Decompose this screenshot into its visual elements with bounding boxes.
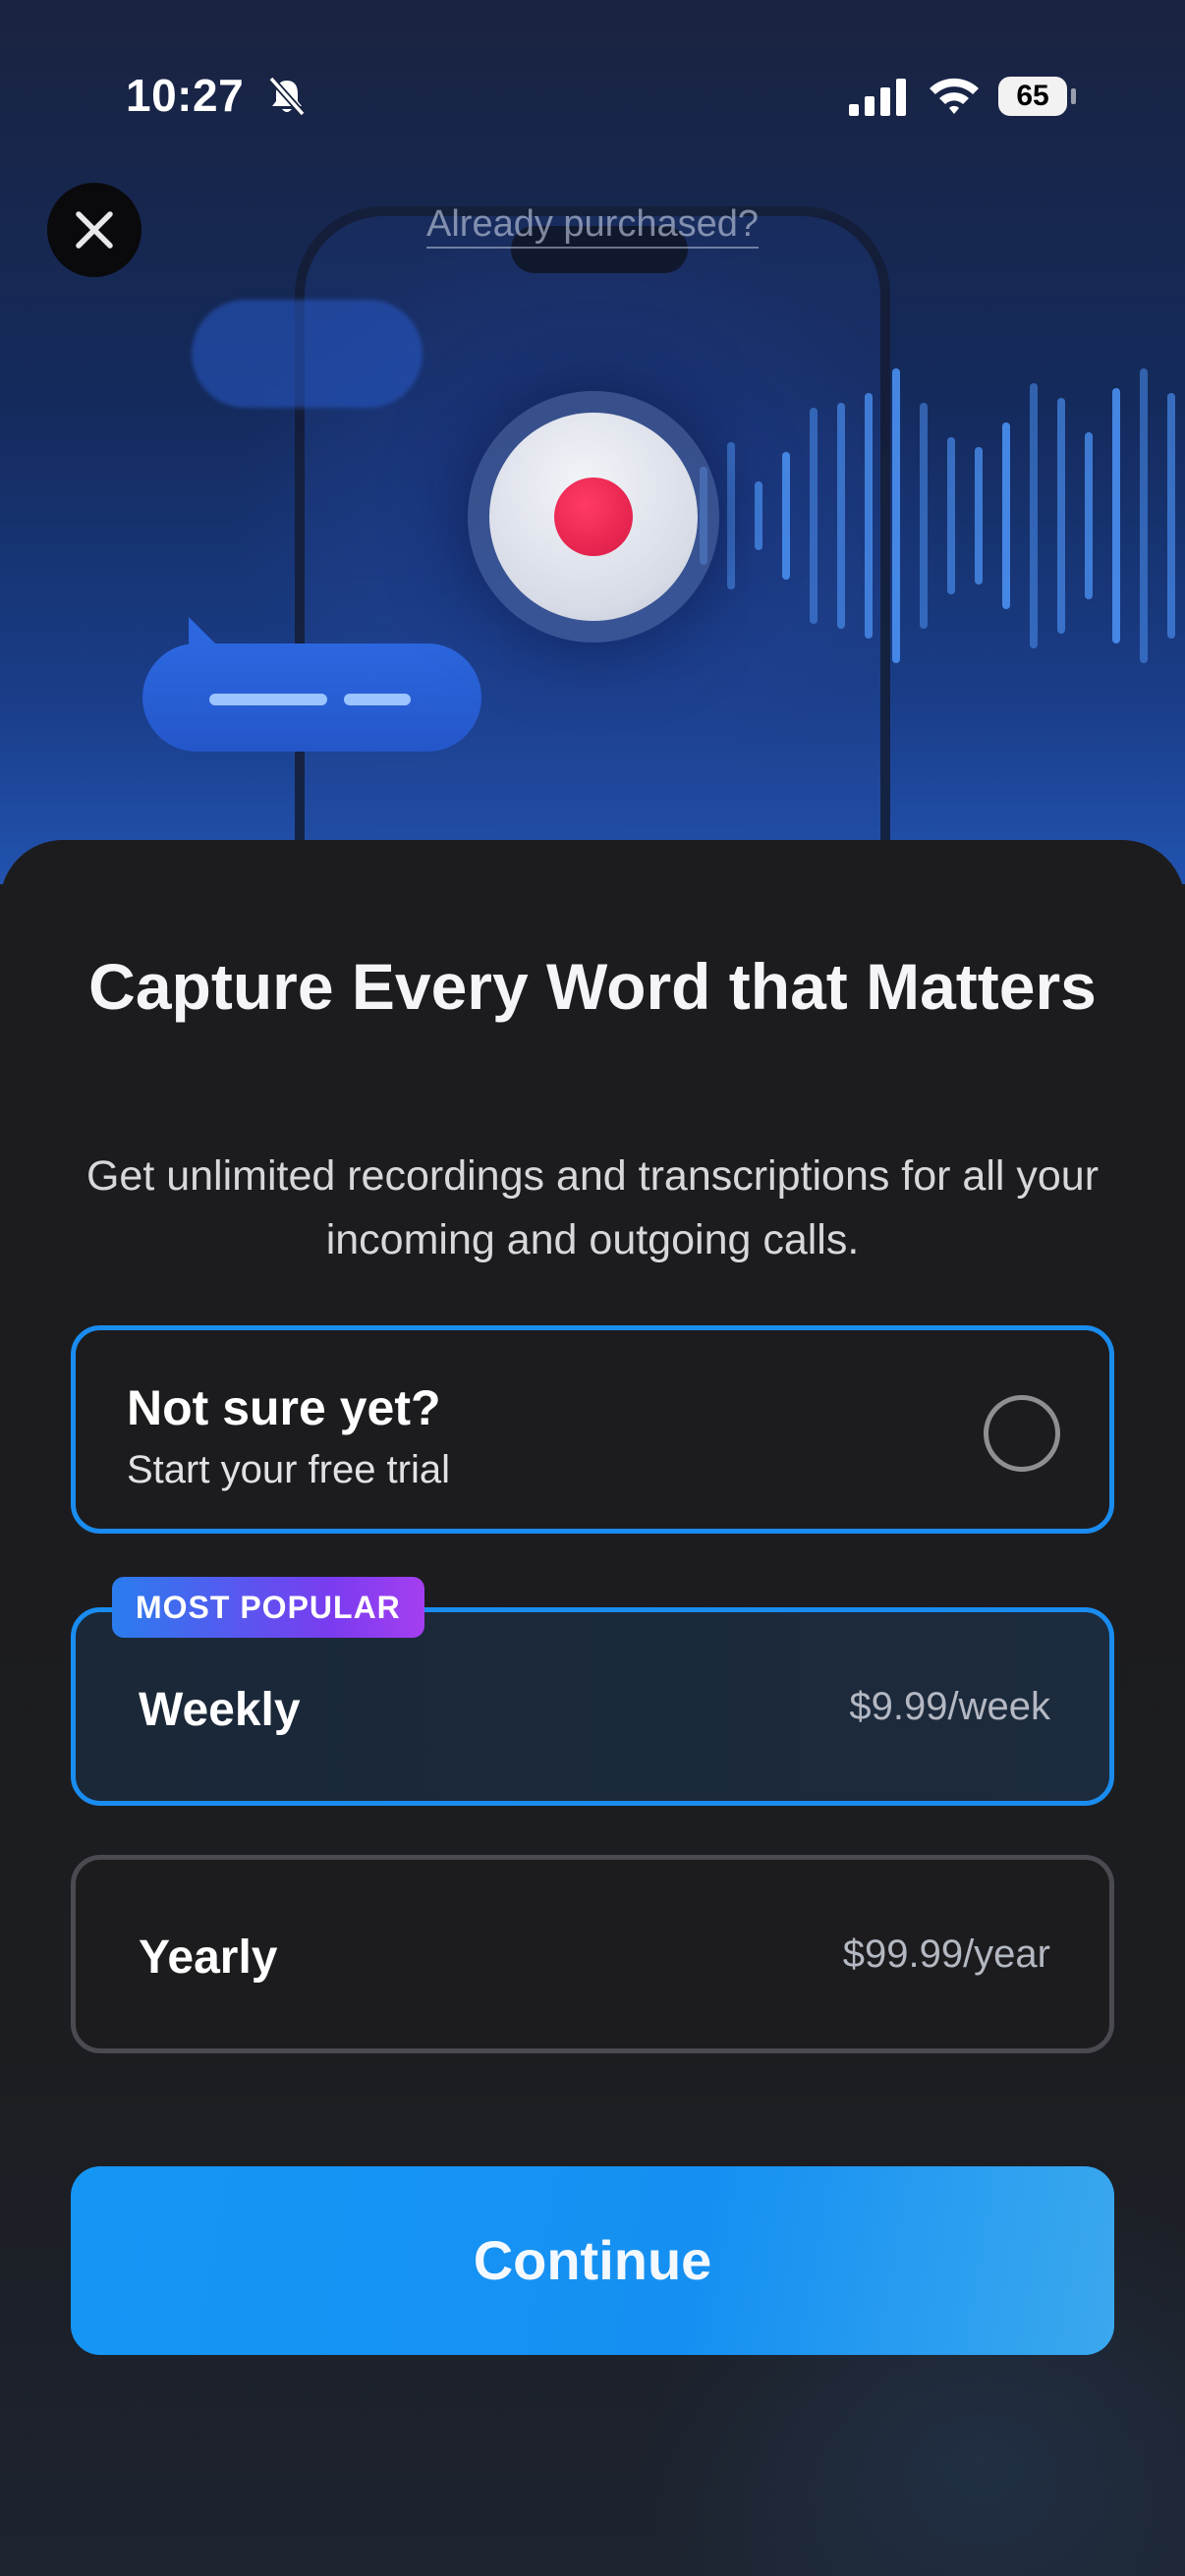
continue-button[interactable]: Continue bbox=[71, 2166, 1114, 2355]
waveform-bar bbox=[1030, 383, 1038, 648]
waveform-bar bbox=[755, 481, 762, 550]
waveform-bar bbox=[892, 368, 900, 663]
wifi-icon bbox=[930, 78, 979, 114]
plan-name: Yearly bbox=[139, 1932, 278, 1984]
waveform-bar bbox=[810, 408, 818, 624]
battery-tip bbox=[1071, 88, 1076, 104]
free-trial-option[interactable]: Not sure yet? Start your free trial bbox=[71, 1325, 1114, 1534]
waveform-bar bbox=[782, 452, 790, 580]
waveform-bar bbox=[920, 403, 928, 629]
trial-title: Not sure yet? bbox=[127, 1380, 441, 1435]
record-button-icon bbox=[468, 391, 719, 643]
waveform-bar bbox=[865, 393, 873, 639]
plan-name: Weekly bbox=[139, 1684, 301, 1736]
trial-radio-button[interactable] bbox=[984, 1395, 1060, 1472]
record-dot bbox=[554, 477, 633, 556]
bell-slash-icon bbox=[268, 76, 306, 117]
waveform-bar bbox=[1167, 393, 1175, 639]
waveform-bar bbox=[1002, 422, 1010, 609]
waveform-bar bbox=[1085, 432, 1093, 599]
plan-price: $99.99/year bbox=[842, 1932, 1050, 1976]
plan-price: $9.99/week bbox=[849, 1685, 1050, 1728]
battery-icon: 65 bbox=[998, 77, 1067, 116]
paywall-title: Capture Every Word that Matters bbox=[88, 950, 1097, 1023]
record-button-face bbox=[489, 413, 698, 621]
most-popular-badge: MOST POPULAR bbox=[112, 1577, 424, 1638]
waveform-bar bbox=[1057, 398, 1065, 634]
hero-illustration bbox=[0, 0, 1185, 884]
already-purchased-link[interactable]: Already purchased? bbox=[426, 203, 759, 249]
waveform-bar bbox=[947, 437, 955, 594]
cellular-signal-icon bbox=[849, 79, 906, 116]
waveform-bar bbox=[975, 447, 983, 585]
waveform-bar bbox=[1140, 368, 1148, 663]
paywall-subtitle: Get unlimited recordings and transcripti… bbox=[85, 1152, 1100, 1263]
waveform-bar bbox=[837, 403, 845, 629]
status-time: 10:27 bbox=[126, 70, 245, 121]
waveform-bar bbox=[1112, 388, 1120, 644]
already-purchased-container: Already purchased? bbox=[0, 203, 1185, 249]
paywall-sheet: Capture Every Word that Matters Get unli… bbox=[0, 840, 1185, 2576]
trial-subtitle: Start your free trial bbox=[127, 1448, 451, 1491]
yearly-plan-option[interactable]: Yearly $99.99/year bbox=[71, 1855, 1114, 2053]
waveform-bar bbox=[727, 442, 735, 589]
